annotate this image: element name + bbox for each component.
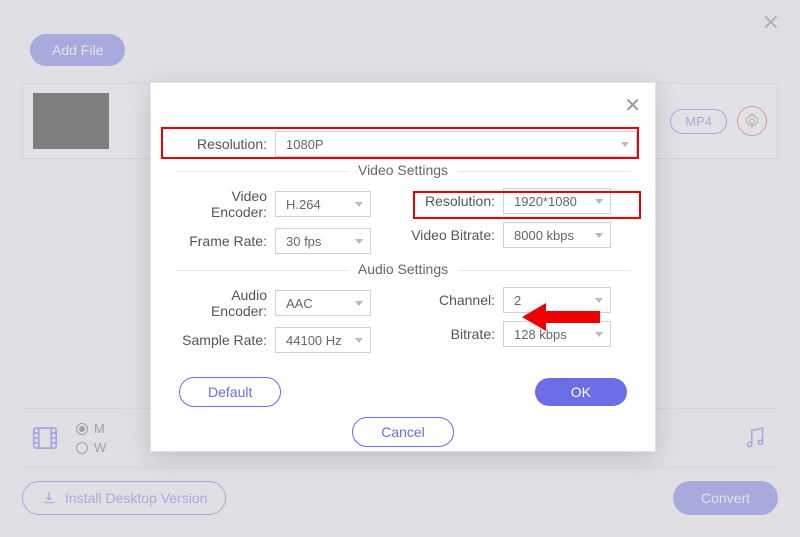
settings-modal: ✕ Resolution: 1080P Video Settings Video… [150,82,656,452]
audio-settings-divider: Audio Settings [175,270,631,271]
video-encoder-field: Video Encoder: H.264 [175,188,395,220]
radio-option-2[interactable]: W [76,440,106,455]
radio-option-1[interactable]: M [76,421,106,436]
video-settings-title: Video Settings [348,162,458,178]
ok-button[interactable]: OK [535,378,627,406]
video-bitrate-select[interactable]: 8000 kbps [503,222,611,248]
convert-button[interactable]: Convert [673,481,778,515]
video-resolution-field: Resolution: 1920*1080 [411,188,631,214]
radio-icon [76,423,88,435]
footer-bar: Install Desktop Version Convert [22,481,778,515]
video-bitrate-label: Video Bitrate: [411,227,503,243]
audio-bitrate-field: Bitrate: 128 kbps [411,321,631,347]
resolution-label: Resolution: [169,136,275,152]
frame-rate-select[interactable]: 30 fps [275,228,371,254]
resolution-select[interactable]: 1080P [275,131,637,157]
channel-select[interactable]: 2 [503,287,611,313]
audio-bitrate-label: Bitrate: [411,326,503,342]
radio-icon [76,442,88,454]
add-file-button[interactable]: Add File [30,34,125,66]
frame-rate-label: Frame Rate: [175,233,275,249]
channel-label: Channel: [411,292,503,308]
video-resolution-label: Resolution: [411,193,503,209]
frame-rate-field: Frame Rate: 30 fps [175,228,395,254]
video-settings-divider: Video Settings [175,171,631,172]
modal-close-button[interactable]: ✕ [624,93,641,118]
video-encoder-select[interactable]: H.264 [275,191,371,217]
video-thumbnail [33,93,109,149]
sample-rate-select[interactable]: 44100 Hz [275,327,371,353]
film-icon [30,423,60,453]
audio-encoder-label: Audio Encoder: [175,287,275,319]
audio-settings-title: Audio Settings [348,261,458,277]
install-label: Install Desktop Version [65,490,207,506]
radio-label: M [94,421,105,436]
modal-buttons-row: Default OK [169,377,637,407]
video-settings-columns: Video Encoder: H.264 Frame Rate: 30 fps … [169,180,637,262]
gear-icon [743,112,761,130]
radio-label: W [94,440,106,455]
default-button[interactable]: Default [179,377,281,407]
video-encoder-label: Video Encoder: [175,188,275,220]
settings-gear-highlight[interactable] [737,106,767,136]
sample-rate-field: Sample Rate: 44100 Hz [175,327,395,353]
install-desktop-button[interactable]: Install Desktop Version [22,481,226,515]
output-radios: M W [76,421,106,455]
audio-bitrate-select[interactable]: 128 kbps [503,321,611,347]
video-resolution-select[interactable]: 1920*1080 [503,188,611,214]
music-icon[interactable] [742,425,768,451]
download-icon [41,490,57,506]
audio-encoder-select[interactable]: AAC [275,290,371,316]
sample-rate-label: Sample Rate: [175,332,275,348]
audio-settings-columns: Audio Encoder: AAC Sample Rate: 44100 Hz… [169,279,637,361]
resolution-row: Resolution: 1080P [169,131,637,157]
channel-field: Channel: 2 [411,287,631,313]
format-button[interactable]: MP4 [670,109,727,134]
audio-encoder-field: Audio Encoder: AAC [175,287,395,319]
cancel-button[interactable]: Cancel [352,417,454,447]
window-close-icon[interactable]: ✕ [762,10,780,36]
video-bitrate-field: Video Bitrate: 8000 kbps [411,222,631,248]
